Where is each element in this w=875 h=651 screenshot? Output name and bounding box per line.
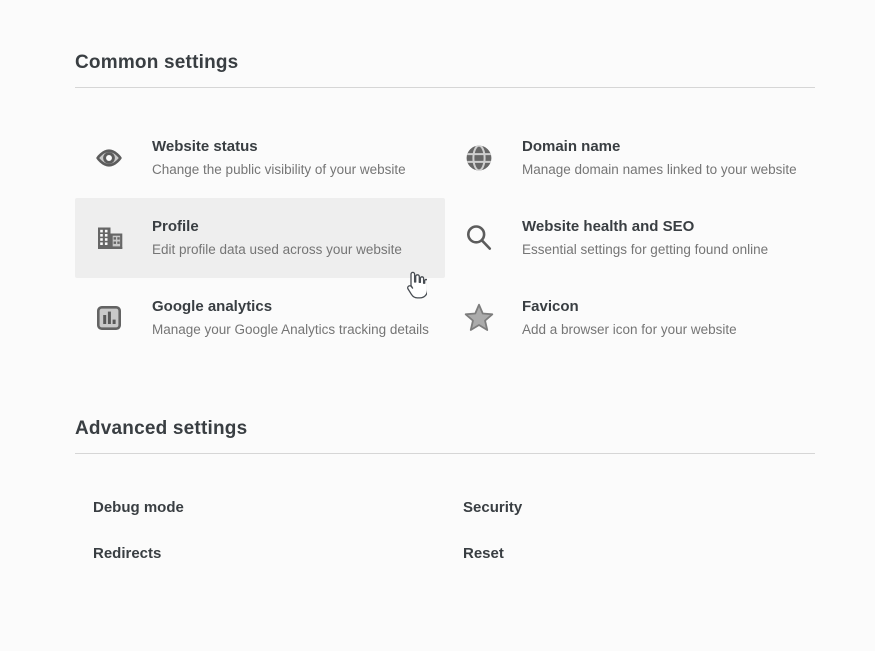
setting-subtitle: Essential settings for getting found onl… xyxy=(522,241,768,258)
setting-item-profile[interactable]: Profile Edit profile data used across yo… xyxy=(75,198,445,278)
setting-title: Favicon xyxy=(522,298,737,316)
building-icon xyxy=(93,222,125,254)
setting-subtitle: Edit profile data used across your websi… xyxy=(152,241,402,258)
globe-icon xyxy=(463,142,495,174)
setting-title: Profile xyxy=(152,218,402,236)
setting-subtitle: Manage your Google Analytics tracking de… xyxy=(152,321,429,338)
divider xyxy=(75,87,815,88)
setting-item-favicon[interactable]: Favicon Add a browser icon for your webs… xyxy=(445,278,815,358)
setting-subtitle: Manage domain names linked to your websi… xyxy=(522,161,797,178)
link-security[interactable]: Security xyxy=(445,484,815,530)
setting-item-domain-name[interactable]: Domain name Manage domain names linked t… xyxy=(445,118,815,198)
settings-page: Common settings Website status Change th… xyxy=(0,0,875,651)
setting-item-website-health-seo[interactable]: Website health and SEO Essential setting… xyxy=(445,198,815,278)
setting-title: Website status xyxy=(152,138,406,156)
eye-icon xyxy=(93,142,125,174)
setting-title: Domain name xyxy=(522,138,797,156)
search-icon xyxy=(463,222,495,254)
setting-item-google-analytics[interactable]: Google analytics Manage your Google Anal… xyxy=(75,278,445,358)
setting-subtitle: Change the public visibility of your web… xyxy=(152,161,406,178)
divider xyxy=(75,453,815,454)
setting-title: Website health and SEO xyxy=(522,218,768,236)
link-redirects[interactable]: Redirects xyxy=(75,530,445,576)
star-icon xyxy=(463,302,495,334)
setting-subtitle: Add a browser icon for your website xyxy=(522,321,737,338)
setting-title: Google analytics xyxy=(152,298,429,316)
link-debug-mode[interactable]: Debug mode xyxy=(75,484,445,530)
setting-item-website-status[interactable]: Website status Change the public visibil… xyxy=(75,118,445,198)
advanced-settings-heading: Advanced settings xyxy=(75,418,815,440)
common-settings-grid: Website status Change the public visibil… xyxy=(75,118,815,358)
bar-chart-icon xyxy=(93,302,125,334)
advanced-settings-grid: Debug mode Security Redirects Reset xyxy=(75,484,815,576)
link-reset[interactable]: Reset xyxy=(445,530,815,576)
common-settings-heading: Common settings xyxy=(75,52,815,74)
